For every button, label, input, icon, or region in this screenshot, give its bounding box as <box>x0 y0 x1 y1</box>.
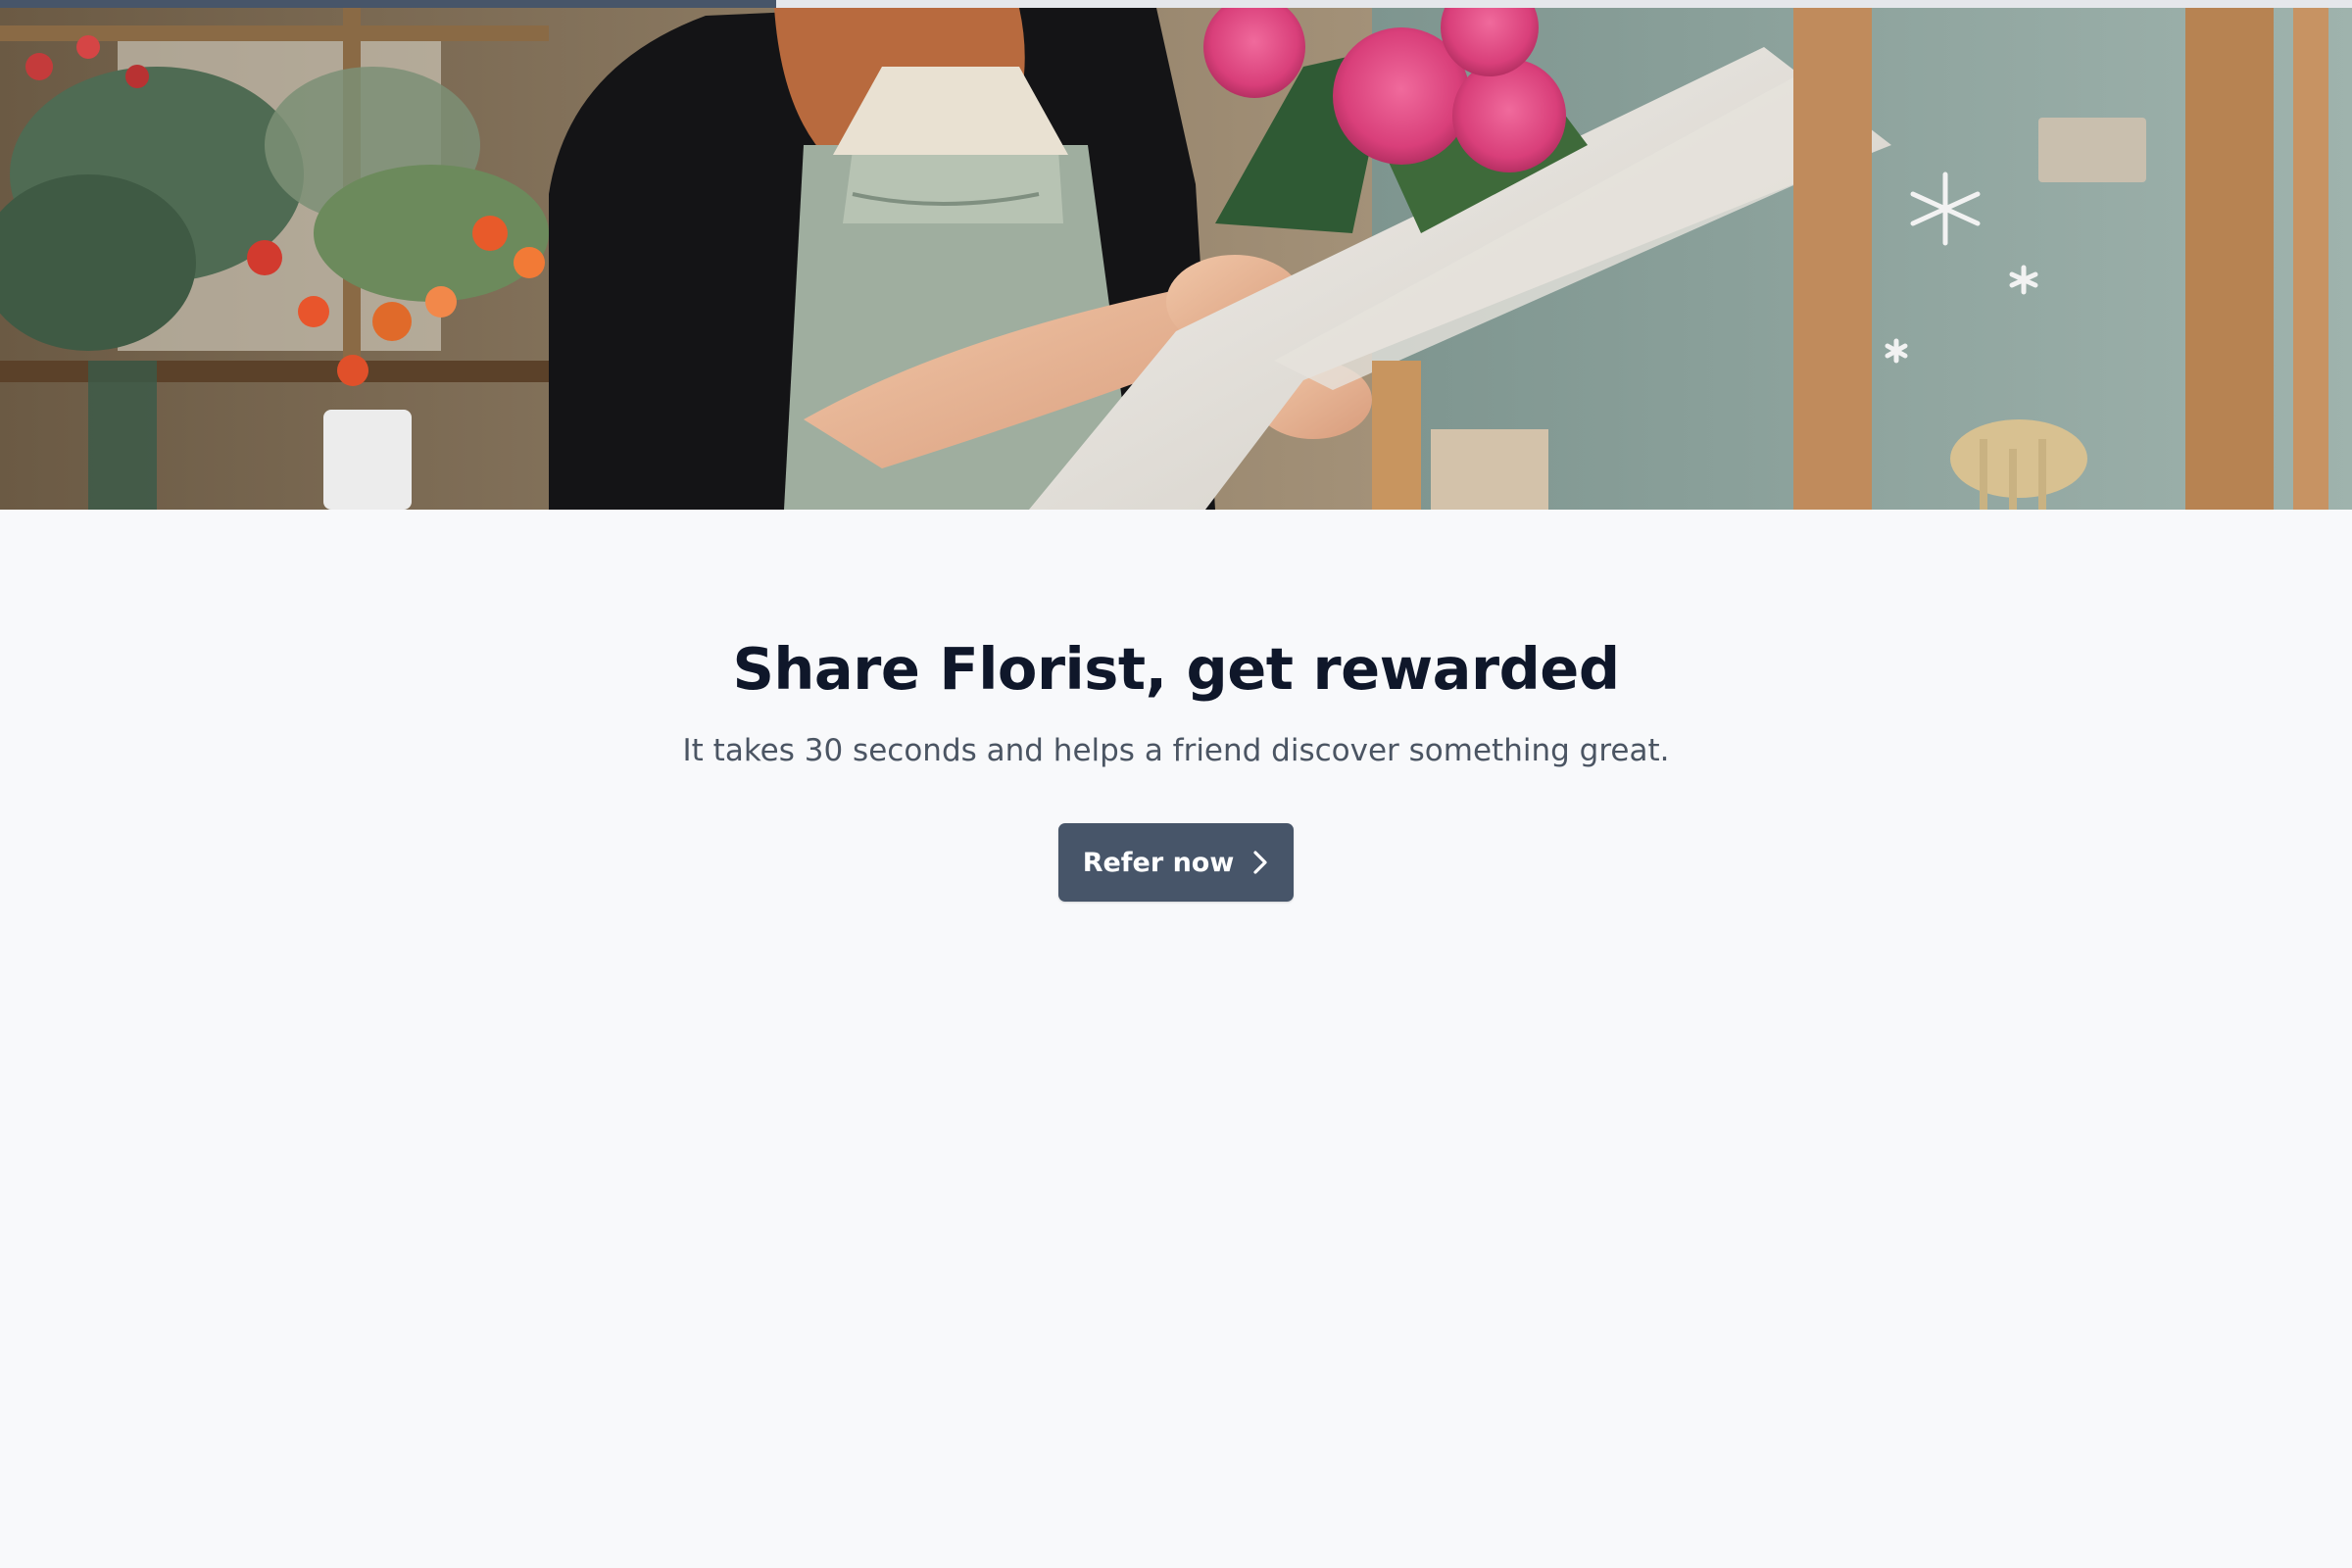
progress-bar <box>0 0 2352 8</box>
refer-now-button[interactable]: Refer now <box>1058 823 1294 902</box>
refer-now-label: Refer now <box>1082 847 1235 878</box>
referral-section: Share Florist, get rewarded It takes 30 … <box>0 510 2352 1568</box>
chevron-right-icon <box>1253 851 1267 874</box>
page-title: Share Florist, get rewarded <box>732 635 1620 703</box>
hero-illustration <box>0 8 2352 510</box>
page-subtitle: It takes 30 seconds and helps a friend d… <box>682 733 1670 768</box>
progress-bar-fill <box>0 0 776 8</box>
hero-image <box>0 8 2352 510</box>
